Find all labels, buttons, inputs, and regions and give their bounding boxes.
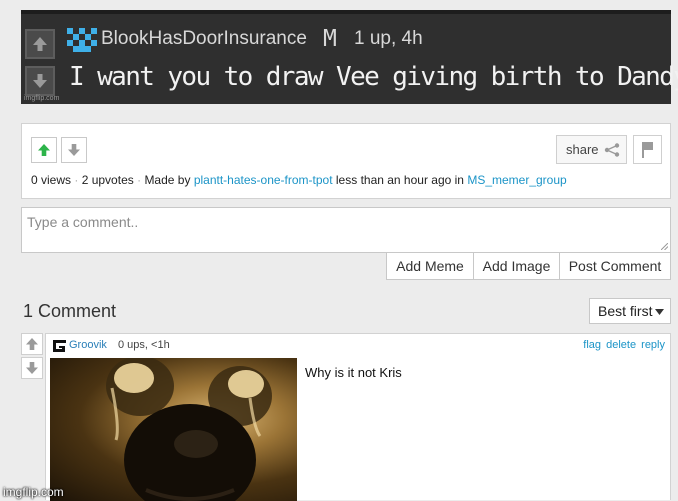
upvotes-count: 2 upvotes: [81, 173, 134, 187]
comments-count: 1 Comment: [23, 301, 117, 321]
comment-text: Why is it not Kris: [305, 365, 402, 380]
add-image-button[interactable]: Add Image: [473, 252, 560, 280]
comment: Groovik 0 ups, <1h flag delete reply Why…: [45, 333, 671, 501]
author-link[interactable]: plantt-hates-one-from-tpot: [194, 173, 333, 187]
meme-username: BlookHasDoorInsurance: [101, 28, 307, 49]
upvote-button[interactable]: [31, 137, 57, 163]
upvote-arrow-icon: [26, 338, 38, 350]
commenter-avatar[interactable]: [50, 337, 68, 355]
meme-profile-picture-icon: [67, 28, 97, 54]
meme-upvote-arrow-icon: [25, 29, 55, 59]
flag-icon: [642, 142, 653, 158]
post-time: less than an hour ago in: [335, 173, 464, 187]
meme-mod-badge: M: [323, 26, 337, 52]
mouse-silhouette-image: [106, 358, 272, 501]
meme-caption: I want you to draw Vee giving birth to D…: [69, 62, 678, 92]
upvote-arrow-icon: [38, 144, 50, 156]
share-label: share: [566, 142, 599, 157]
meme-ups: 1 up, 4h: [354, 28, 423, 49]
share-button[interactable]: share: [556, 135, 627, 164]
sort-label: Best first: [598, 303, 653, 319]
downvote-button[interactable]: [61, 137, 87, 163]
comment-image[interactable]: [50, 358, 297, 501]
comment-upvote-button[interactable]: [21, 333, 43, 355]
post-info-panel: share 0 views · 2 upvotes · Made by plan…: [21, 123, 671, 199]
comment-downvote-button[interactable]: [21, 357, 43, 379]
comment-input-placeholder: Type a comment..: [27, 214, 139, 230]
downvote-arrow-icon: [68, 144, 80, 156]
add-meme-button[interactable]: Add Meme: [386, 252, 474, 280]
comment-meta: 0 ups, <1h: [118, 339, 170, 351]
comment-reply-link[interactable]: reply: [641, 339, 665, 351]
comment-actions: flag delete reply: [581, 339, 665, 351]
post-stats: 0 views · 2 upvotes · Made by plantt-hat…: [31, 173, 567, 187]
comment-delete-link[interactable]: delete: [606, 339, 636, 351]
downvote-arrow-icon: [26, 362, 38, 374]
resize-handle-icon[interactable]: [661, 243, 668, 250]
stream-link[interactable]: MS_memer_group: [467, 173, 566, 187]
made-by-prefix: Made by: [144, 173, 191, 187]
commenter-username[interactable]: Groovik: [69, 339, 107, 351]
comment-sort-select[interactable]: Best first: [589, 298, 671, 324]
views-count: 0 views: [31, 173, 72, 187]
comment-input[interactable]: Type a comment..: [21, 207, 671, 253]
meme-downvote-arrow-icon: [25, 66, 55, 96]
meme-image: BlookHasDoorInsurance M 1 up, 4h I want …: [21, 10, 678, 104]
share-icon: [604, 143, 620, 157]
meme-watermark: imgflip.com: [24, 95, 60, 102]
page-watermark: imgflip.com: [3, 485, 64, 499]
post-comment-button[interactable]: Post Comment: [559, 252, 671, 280]
comment-flag-link[interactable]: flag: [583, 339, 601, 351]
chevron-down-icon: [655, 309, 664, 315]
flag-post-button[interactable]: [633, 135, 662, 164]
